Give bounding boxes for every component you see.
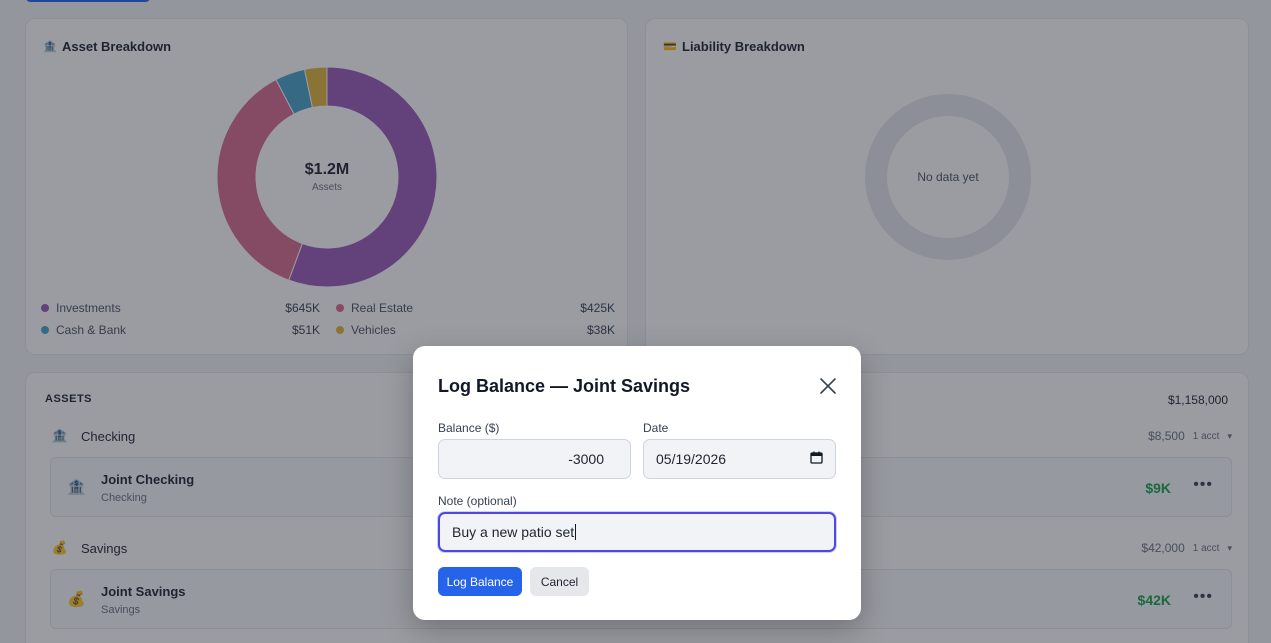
log-balance-button[interactable]: Log Balance [438, 567, 522, 596]
close-icon[interactable] [817, 375, 839, 397]
log-balance-modal: Log Balance — Joint Savings Balance ($) … [413, 346, 861, 620]
balance-value: -3000 [568, 451, 604, 467]
balance-input[interactable]: -3000 [438, 439, 631, 479]
modal-title: Log Balance — Joint Savings [438, 376, 691, 396]
calendar-icon-svg [810, 451, 823, 464]
date-value: 05/19/2026 [656, 451, 727, 467]
calendar-icon[interactable] [810, 451, 823, 467]
note-label: Note (optional) [438, 494, 517, 508]
balance-label: Balance ($) [438, 421, 500, 435]
note-value: Buy a new patio set [452, 524, 575, 540]
text-caret [575, 524, 577, 540]
date-input[interactable]: 05/19/2026 [643, 439, 836, 479]
cancel-button[interactable]: Cancel [530, 567, 589, 596]
close-icon-svg [820, 378, 836, 394]
date-label: Date [643, 421, 669, 435]
note-input[interactable]: Buy a new patio set [438, 512, 836, 552]
